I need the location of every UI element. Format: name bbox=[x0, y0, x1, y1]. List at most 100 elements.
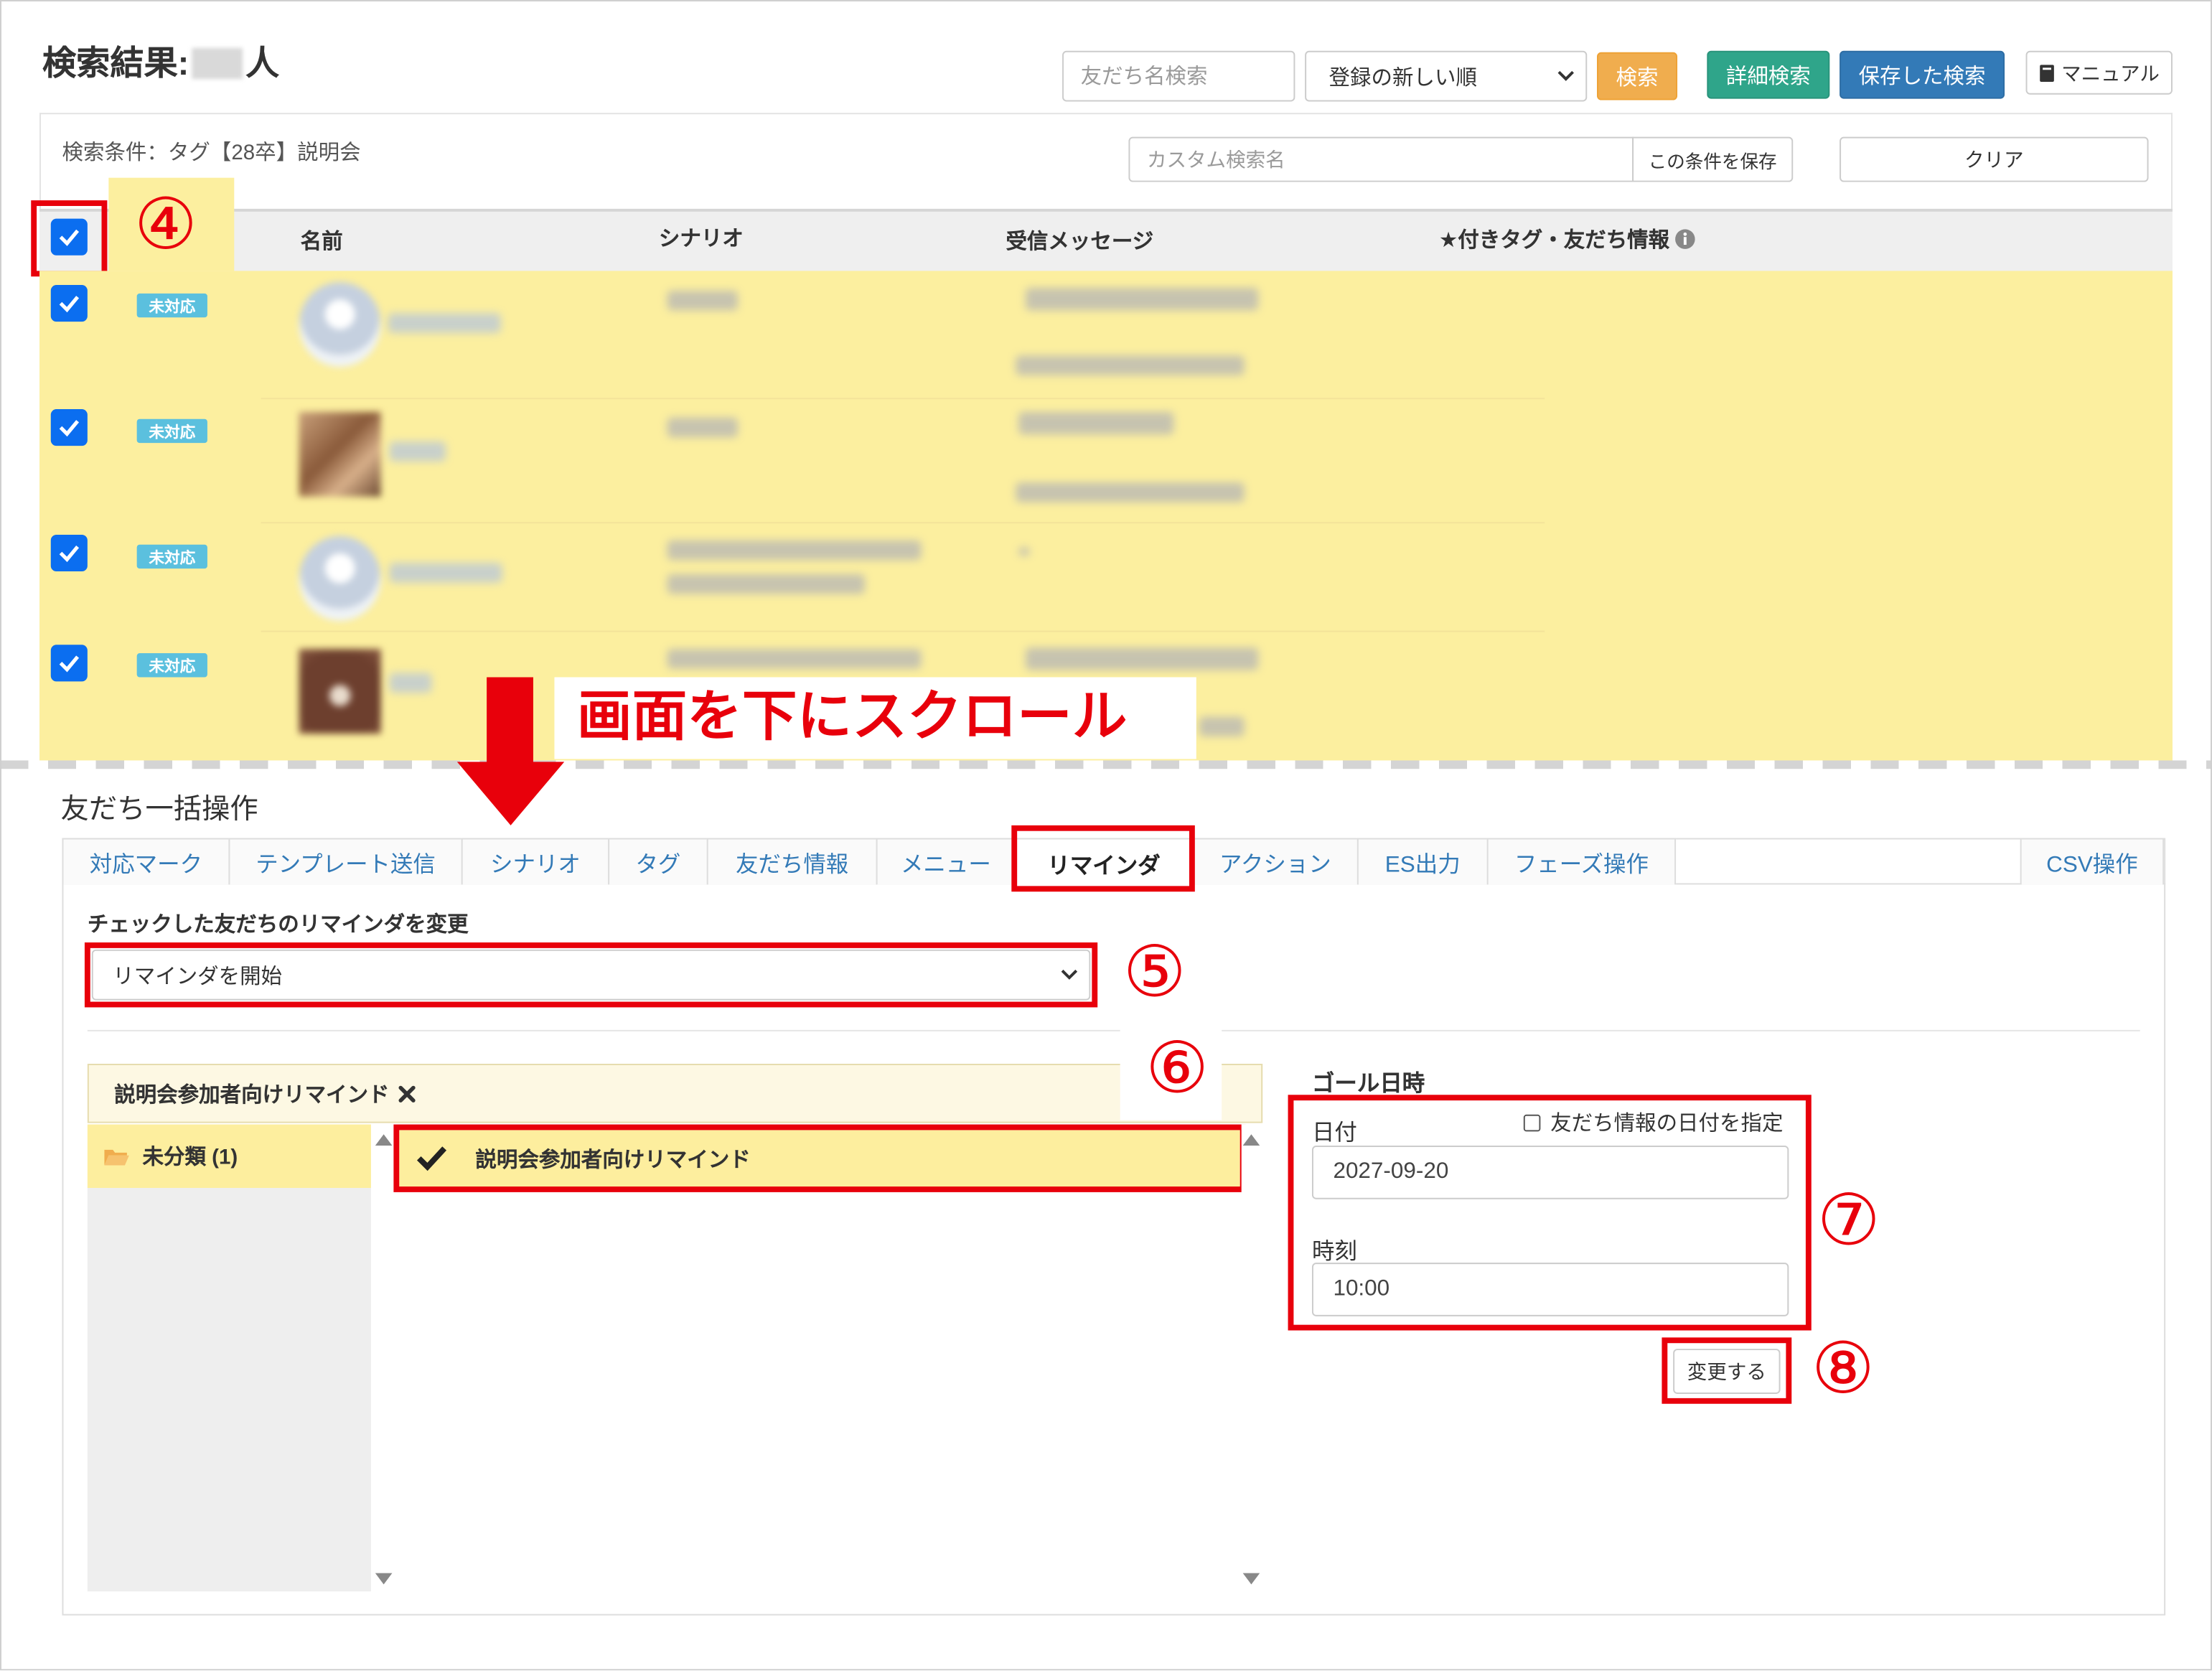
column-message: 受信メッセージ bbox=[1006, 230, 1154, 254]
reminder-action-value: リマインダを開始 bbox=[113, 964, 283, 988]
blurred-message bbox=[1018, 411, 1174, 435]
save-conditions-button[interactable]: この条件を保存 bbox=[1632, 136, 1794, 182]
tab-tag[interactable]: タグ bbox=[608, 838, 708, 885]
row-checkbox[interactable] bbox=[50, 285, 88, 322]
use-friend-date-checkbox[interactable] bbox=[1523, 1114, 1541, 1132]
column-tags-label: ★付きタグ・友だち情報 bbox=[1438, 228, 1670, 253]
row-divider bbox=[261, 398, 1545, 400]
scroll-hint-text: 画面を下にスクロール bbox=[554, 677, 1196, 759]
check-icon bbox=[59, 546, 80, 563]
avatar bbox=[299, 411, 381, 497]
blurred-message-time bbox=[1016, 482, 1245, 502]
save-conditions-label: この条件を保存 bbox=[1648, 150, 1777, 172]
row-checkbox[interactable] bbox=[50, 534, 88, 572]
step5-marker: ⑤ bbox=[1123, 931, 1186, 1014]
saved-search-button[interactable]: 保存した検索 bbox=[1840, 50, 2005, 99]
scroll-up-arrow[interactable] bbox=[1242, 1134, 1260, 1146]
screenshot: 検索結果: 人 登録の新しい順 検索 詳細検索 保存した検索 マニュアル 検索条件… bbox=[0, 0, 2212, 1671]
reminder-action-select[interactable]: リマインダを開始 bbox=[91, 949, 1091, 1001]
search-conditions-text: 検索条件：タグ【28卒】説明会 bbox=[62, 141, 361, 165]
divider bbox=[87, 1029, 2140, 1031]
folder-scrollbar[interactable] bbox=[370, 1124, 397, 1592]
close-icon[interactable] bbox=[398, 1085, 416, 1103]
clear-button[interactable]: クリア bbox=[1840, 136, 2149, 182]
apply-change-label: 変更する bbox=[1687, 1359, 1766, 1383]
step8-marker: ⑧ bbox=[1811, 1327, 1875, 1410]
tab-action[interactable]: アクション bbox=[1191, 838, 1359, 885]
search-button-label: 検索 bbox=[1616, 65, 1659, 90]
blurred-friend-name bbox=[389, 441, 446, 462]
book-icon bbox=[2040, 64, 2055, 82]
tab-template-send[interactable]: テンプレート送信 bbox=[228, 838, 463, 885]
tab-reminder[interactable]: リマインダ bbox=[1014, 838, 1194, 886]
tab-response-mark[interactable]: 対応マーク bbox=[62, 838, 230, 885]
selected-reminder-bar: 説明会参加者向けリマインド bbox=[87, 1064, 1263, 1123]
time-label: 時刻 bbox=[1311, 1240, 1357, 1265]
row-checkbox[interactable] bbox=[50, 645, 88, 682]
goal-datetime-title: ゴール日時 bbox=[1311, 1072, 1425, 1097]
row-divider bbox=[261, 522, 1545, 524]
status-badge[interactable]: 未対応 bbox=[136, 653, 207, 678]
custom-search-name-input[interactable] bbox=[1128, 136, 1634, 182]
blurred-message-time bbox=[1199, 716, 1245, 737]
reminder-section-label: チェックした友だちのリマインダを変更 bbox=[87, 912, 469, 937]
sort-order-value: 登録の新しい順 bbox=[1328, 65, 1477, 90]
tab-scenario[interactable]: シナリオ bbox=[461, 838, 610, 885]
scroll-separator bbox=[0, 760, 2212, 769]
goal-time-input[interactable] bbox=[1311, 1263, 1789, 1316]
scroll-down-arrow[interactable] bbox=[1242, 1573, 1260, 1585]
tab-friend-info[interactable]: 友だち情報 bbox=[706, 838, 878, 885]
avatar bbox=[299, 535, 381, 621]
chevron-down-icon bbox=[1061, 969, 1078, 980]
chevron-down-icon bbox=[1557, 70, 1574, 81]
blurred-message-time bbox=[1016, 355, 1245, 375]
check-icon bbox=[59, 296, 80, 313]
blurred-scenario bbox=[667, 540, 922, 561]
info-icon[interactable] bbox=[1675, 228, 1696, 249]
blurred-scenario bbox=[667, 417, 738, 438]
reminder-scrollbar[interactable] bbox=[1241, 1124, 1263, 1592]
manual-button[interactable]: マニュアル bbox=[2025, 50, 2173, 95]
advanced-search-button[interactable]: 詳細検索 bbox=[1707, 50, 1830, 99]
status-badge[interactable]: 未対応 bbox=[136, 544, 207, 569]
friend-name-search-input[interactable] bbox=[1062, 50, 1295, 102]
tab-es-export[interactable]: ES出力 bbox=[1356, 838, 1489, 885]
tab-csv[interactable]: CSV操作 bbox=[2020, 838, 2165, 885]
avatar bbox=[299, 649, 381, 734]
row-checkbox[interactable] bbox=[50, 409, 88, 446]
blurred-scenario bbox=[667, 290, 738, 311]
column-tags: ★付きタグ・友だち情報 bbox=[1439, 225, 1697, 254]
folder-list bbox=[87, 1124, 371, 1592]
check-icon bbox=[416, 1146, 447, 1171]
scroll-down-arrow[interactable] bbox=[375, 1573, 393, 1585]
blurred-friend-name bbox=[389, 563, 502, 583]
saved-search-label: 保存した検索 bbox=[1858, 64, 1986, 88]
status-badge[interactable]: 未対応 bbox=[136, 293, 207, 318]
folder-item[interactable]: 未分類 (1) bbox=[87, 1124, 371, 1189]
title-prefix: 検索結果: bbox=[42, 45, 189, 83]
column-name: 名前 bbox=[300, 230, 343, 254]
blurred-friend-name bbox=[388, 313, 501, 333]
search-button[interactable]: 検索 bbox=[1597, 52, 1678, 100]
redacted-count bbox=[192, 47, 243, 80]
page-title: 検索結果: 人 bbox=[42, 44, 279, 86]
selected-reminder-label: 説明会参加者向けリマインド bbox=[114, 1082, 390, 1107]
status-badge[interactable]: 未対応 bbox=[136, 418, 207, 444]
step4-marker: ④ bbox=[133, 183, 197, 266]
arrow-down-icon bbox=[456, 677, 565, 825]
use-friend-date-label[interactable]: 友だち情報の日付を指定 bbox=[1550, 1108, 1783, 1137]
blurred-scenario-date bbox=[667, 574, 865, 594]
folder-icon bbox=[104, 1148, 129, 1165]
goal-date-input[interactable] bbox=[1311, 1146, 1789, 1199]
tab-phase[interactable]: フェーズ操作 bbox=[1486, 838, 1677, 885]
reminder-item[interactable]: 説明会参加者向けリマインド bbox=[399, 1130, 1240, 1187]
scroll-up-arrow[interactable] bbox=[375, 1134, 393, 1146]
manual-label: マニュアル bbox=[2061, 61, 2160, 84]
apply-change-button[interactable]: 変更する bbox=[1673, 1349, 1781, 1394]
sort-order-select[interactable]: 登録の新しい順 bbox=[1305, 50, 1588, 102]
row-divider bbox=[261, 630, 1545, 632]
tab-menu[interactable]: メニュー bbox=[876, 838, 1016, 885]
avatar bbox=[299, 282, 381, 368]
select-all-checkbox[interactable] bbox=[50, 218, 88, 256]
blurred-scenario bbox=[667, 649, 922, 669]
